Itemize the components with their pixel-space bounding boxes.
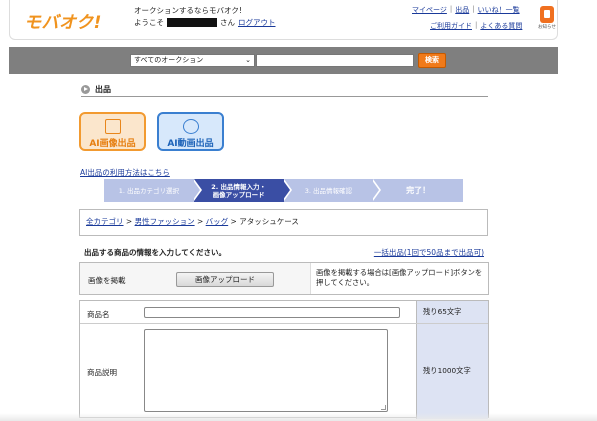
- ai-image-listing-button[interactable]: AI画像出品: [79, 112, 146, 151]
- breadcrumb-all[interactable]: 全カテゴリ: [86, 217, 124, 226]
- ai-howto-link[interactable]: AI出品の利用方法はこちら: [80, 167, 170, 178]
- item-name-label: 商品名: [87, 310, 110, 319]
- image-upload-hint: 画像を掲載する場合は[画像アップロード]ボタンを押してください。: [310, 263, 488, 294]
- form-intro: 出品する商品の情報を入力してください。: [84, 248, 227, 257]
- ai-video-label: AI動画出品: [167, 139, 214, 149]
- breadcrumb-bags[interactable]: バッグ: [206, 217, 229, 226]
- category-select[interactable]: すべてのオークション ⌄: [130, 54, 255, 67]
- item-name-row: 商品名 残り65文字: [80, 301, 488, 324]
- top-links: マイページ | 出品 | いいね！一覧: [412, 5, 520, 15]
- notification-button[interactable]: お知らせ: [536, 6, 558, 34]
- step-category: 1. 出品カテゴリ選択: [104, 178, 202, 202]
- breadcrumb: 全カテゴリ > 男性ファッション > バッグ > アタッシュケース: [79, 209, 488, 236]
- form-intro-row: 出品する商品の情報を入力してください。 一括出品(1回で50品まで出品可): [84, 247, 484, 258]
- mypage-link[interactable]: マイページ: [412, 5, 447, 15]
- section-title-text: 出品: [95, 84, 111, 94]
- step-confirm: 3. 出品情報確認: [283, 178, 382, 202]
- welcome-prefix: ようこそ: [134, 18, 164, 27]
- category-select-value: すべてのオークション: [134, 56, 204, 64]
- resize-handle-icon[interactable]: [381, 405, 386, 410]
- item-desc-textarea[interactable]: [144, 329, 388, 412]
- likes-link[interactable]: いいね！一覧: [478, 5, 520, 15]
- section-title: 出品: [81, 82, 488, 97]
- image-icon: [104, 119, 121, 134]
- image-upload-row: 画像を掲載 画像アップロード 画像を掲載する場合は[画像アップロード]ボタンを押…: [79, 262, 489, 295]
- item-desc-label: 商品説明: [87, 368, 117, 377]
- step-input-current: 2. 出品情報入力・ 画像アップロード: [193, 178, 292, 202]
- video-icon: [182, 119, 199, 134]
- image-label: 画像を掲載: [88, 276, 126, 285]
- breadcrumb-current: アタッシュケース: [239, 217, 299, 226]
- progress-steps: 1. 出品カテゴリ選択 2. 出品情報入力・ 画像アップロード 3. 出品情報確…: [104, 178, 463, 202]
- item-name-remaining: 残り65文字: [416, 301, 488, 323]
- sell-link[interactable]: 出品: [455, 5, 469, 15]
- tagline: オークションするならモバオク!: [134, 6, 242, 15]
- image-upload-button[interactable]: 画像アップロード: [176, 272, 274, 287]
- faq-link[interactable]: よくある質問: [480, 21, 522, 31]
- welcome-suffix: さん: [220, 18, 235, 27]
- step-complete: 完了！: [373, 179, 463, 202]
- site-logo[interactable]: モバオク!: [24, 8, 102, 33]
- breadcrumb-mens[interactable]: 男性ファッション: [135, 217, 195, 226]
- help-links: ご利用ガイド | よくある質問: [430, 21, 523, 31]
- listing-form: 商品名 残り65文字 商品説明 残り1000文字: [79, 300, 489, 419]
- logout-link[interactable]: ログアウト: [238, 17, 276, 28]
- item-desc-remaining: 残り1000文字: [416, 324, 488, 419]
- username-redacted: [167, 18, 217, 27]
- play-circle-icon: [81, 84, 90, 94]
- ai-image-label: AI画像出品: [89, 139, 136, 149]
- chevron-down-icon: ⌄: [245, 56, 251, 64]
- ai-video-listing-button[interactable]: AI動画出品: [157, 112, 224, 151]
- search-bar: すべてのオークション ⌄ 検索: [9, 47, 558, 74]
- site-header: モバオク! オークションするならモバオク! ようこそ さん ログアウト マイペー…: [9, 0, 558, 40]
- search-input[interactable]: [256, 54, 414, 67]
- guide-link[interactable]: ご利用ガイド: [430, 21, 472, 31]
- welcome-message: ようこそ さん ログアウト: [134, 17, 276, 28]
- item-desc-row: 商品説明 残り1000文字: [80, 324, 488, 419]
- notification-icon: [540, 6, 554, 23]
- notification-label: お知らせ: [538, 25, 556, 30]
- item-name-input[interactable]: [144, 307, 400, 318]
- bulk-listing-link[interactable]: 一括出品(1回で50品まで出品可): [374, 247, 484, 258]
- search-button[interactable]: 検索: [418, 53, 446, 68]
- page-bottom-fade: [0, 413, 597, 421]
